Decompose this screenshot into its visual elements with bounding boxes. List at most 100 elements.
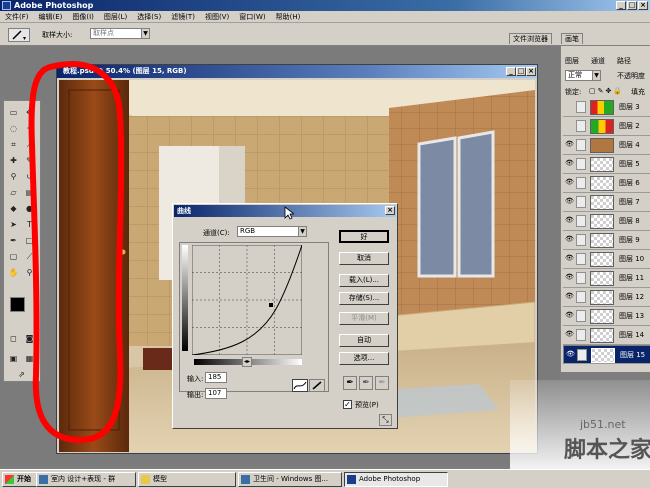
healing-brush-tool-icon[interactable]: ✚: [8, 155, 19, 166]
menu-window[interactable]: 窗口(W): [234, 11, 270, 23]
ok-button[interactable]: 好: [339, 230, 389, 243]
white-eyedropper-icon[interactable]: ✒: [375, 376, 389, 390]
layer-link-box[interactable]: [576, 310, 586, 322]
layer-link-box[interactable]: [576, 215, 586, 227]
smooth-button[interactable]: 平滑(M): [339, 312, 389, 325]
doc-close-button[interactable]: ×: [526, 67, 536, 76]
task-button[interactable]: 模型: [138, 472, 236, 487]
blur-tool-icon[interactable]: ◆: [8, 203, 19, 214]
hand-tool-icon[interactable]: ✋: [8, 267, 19, 278]
tab-paths[interactable]: 路径: [617, 56, 631, 66]
layer-link-box[interactable]: [576, 272, 586, 284]
menu-edit[interactable]: 编辑(E): [34, 11, 68, 23]
layer-row[interactable]: 👁 图层 10: [563, 250, 650, 269]
layer-link-box[interactable]: [576, 234, 586, 246]
layer-link-box[interactable]: [576, 139, 586, 151]
lasso-tool-icon[interactable]: ◌: [8, 123, 19, 134]
load-button[interactable]: 载入(L)...: [339, 274, 389, 287]
options-button[interactable]: 选项...: [339, 352, 389, 365]
eye-icon[interactable]: 👁: [565, 178, 574, 187]
sample-size-select[interactable]: 取样点 ▼: [90, 28, 150, 39]
eraser-tool-icon[interactable]: ▱: [8, 187, 19, 198]
layer-link-box[interactable]: [576, 177, 586, 189]
save-button[interactable]: 存储(S)...: [339, 292, 389, 305]
toggle-gradient-icon[interactable]: ◂▸: [242, 357, 252, 367]
eye-icon[interactable]: 👁: [565, 273, 574, 282]
layer-row[interactable]: 👁 图层 11: [563, 269, 650, 288]
screen-mode-icon[interactable]: ▣: [8, 353, 19, 364]
layer-row[interactable]: 图层 3: [563, 98, 650, 117]
eye-icon[interactable]: 👁: [565, 235, 574, 244]
resize-dialog-icon[interactable]: ⤡: [379, 414, 392, 426]
task-button[interactable]: 室内 设计+表现 - 群: [36, 472, 136, 487]
curve-tool-icon[interactable]: [292, 379, 308, 392]
layer-link-box[interactable]: [576, 101, 586, 113]
layer-link-box[interactable]: [576, 329, 586, 341]
layer-row[interactable]: 图层 2: [563, 117, 650, 136]
standard-mode-icon[interactable]: ◻: [8, 333, 19, 344]
menu-file[interactable]: 文件(F): [0, 11, 34, 23]
doc-minimize-button[interactable]: _: [506, 67, 516, 76]
eye-icon[interactable]: 👁: [565, 311, 574, 320]
curve-control-point[interactable]: [269, 303, 273, 307]
blend-mode-select[interactable]: 正常 ▼: [565, 70, 601, 81]
eye-icon[interactable]: 👁: [565, 140, 574, 149]
task-button[interactable]: 卫生间 - Windows 图...: [238, 472, 342, 487]
menu-filter[interactable]: 滤镜(T): [166, 11, 200, 23]
eye-icon[interactable]: 👁: [565, 330, 574, 339]
input-field[interactable]: 185: [205, 372, 227, 383]
eye-icon[interactable]: 👁: [565, 159, 574, 168]
lock-icons[interactable]: ▢✎✥🔒: [589, 87, 624, 95]
channel-select[interactable]: RGB ▼: [237, 226, 307, 237]
maximize-button[interactable]: □: [627, 1, 637, 10]
menu-image[interactable]: 图像(I): [67, 11, 99, 23]
tab-brushes[interactable]: 画笔: [561, 33, 583, 44]
layer-row-selected[interactable]: 👁 图层 15: [563, 345, 650, 364]
crop-tool-icon[interactable]: ⌗: [8, 139, 19, 150]
preview-checkbox[interactable]: ✓: [343, 400, 352, 409]
eye-icon[interactable]: [565, 102, 574, 111]
notes-tool-icon[interactable]: ▢: [8, 251, 19, 262]
layer-row[interactable]: 👁 图层 6: [563, 174, 650, 193]
doc-maximize-button[interactable]: □: [516, 67, 526, 76]
tab-file-browser[interactable]: 文件浏览器: [509, 33, 552, 44]
eyedropper-tool-preset[interactable]: [8, 28, 30, 42]
layer-row[interactable]: 👁 图层 13: [563, 307, 650, 326]
menu-help[interactable]: 帮助(H): [271, 11, 306, 23]
close-button[interactable]: ×: [638, 1, 648, 10]
cancel-button[interactable]: 取消: [339, 252, 389, 265]
layer-link-box[interactable]: [576, 120, 586, 132]
minimize-button[interactable]: _: [616, 1, 626, 10]
layer-row[interactable]: 👁 图层 8: [563, 212, 650, 231]
menu-layer[interactable]: 图层(L): [99, 11, 132, 23]
output-field[interactable]: 107: [205, 388, 227, 399]
eye-icon[interactable]: 👁: [565, 254, 574, 263]
layer-link-box[interactable]: [576, 196, 586, 208]
pencil-tool-icon[interactable]: [309, 379, 325, 392]
curve-graph[interactable]: [192, 245, 302, 355]
eye-icon[interactable]: 👁: [565, 197, 574, 206]
eye-icon[interactable]: 👁: [565, 216, 574, 225]
layer-row[interactable]: 👁 图层 9: [563, 231, 650, 250]
clone-stamp-tool-icon[interactable]: ⚲: [8, 171, 19, 182]
path-selection-tool-icon[interactable]: ➤: [8, 219, 19, 230]
eye-icon[interactable]: 👁: [566, 350, 575, 359]
layer-row[interactable]: 👁 图层 4: [563, 136, 650, 155]
black-eyedropper-icon[interactable]: ✒: [343, 376, 357, 390]
eye-icon[interactable]: 👁: [565, 292, 574, 301]
pen-tool-icon[interactable]: ✒: [8, 235, 19, 246]
layer-link-box[interactable]: [576, 291, 586, 303]
auto-button[interactable]: 自动: [339, 334, 389, 347]
menu-view[interactable]: 视图(V): [200, 11, 234, 23]
marquee-tool-icon[interactable]: ▭: [8, 107, 19, 118]
layer-row[interactable]: 👁 图层 7: [563, 193, 650, 212]
menu-select[interactable]: 选择(S): [132, 11, 166, 23]
task-button-active[interactable]: Adobe Photoshop: [344, 472, 448, 487]
gray-eyedropper-icon[interactable]: ✒: [359, 376, 373, 390]
tab-channels[interactable]: 通道: [591, 56, 605, 66]
eye-icon[interactable]: [565, 121, 574, 130]
layer-row[interactable]: 👁 图层 5: [563, 155, 650, 174]
layer-link-box[interactable]: [576, 158, 586, 170]
layer-row[interactable]: 👁 图层 12: [563, 288, 650, 307]
brush-icon[interactable]: [577, 349, 587, 361]
